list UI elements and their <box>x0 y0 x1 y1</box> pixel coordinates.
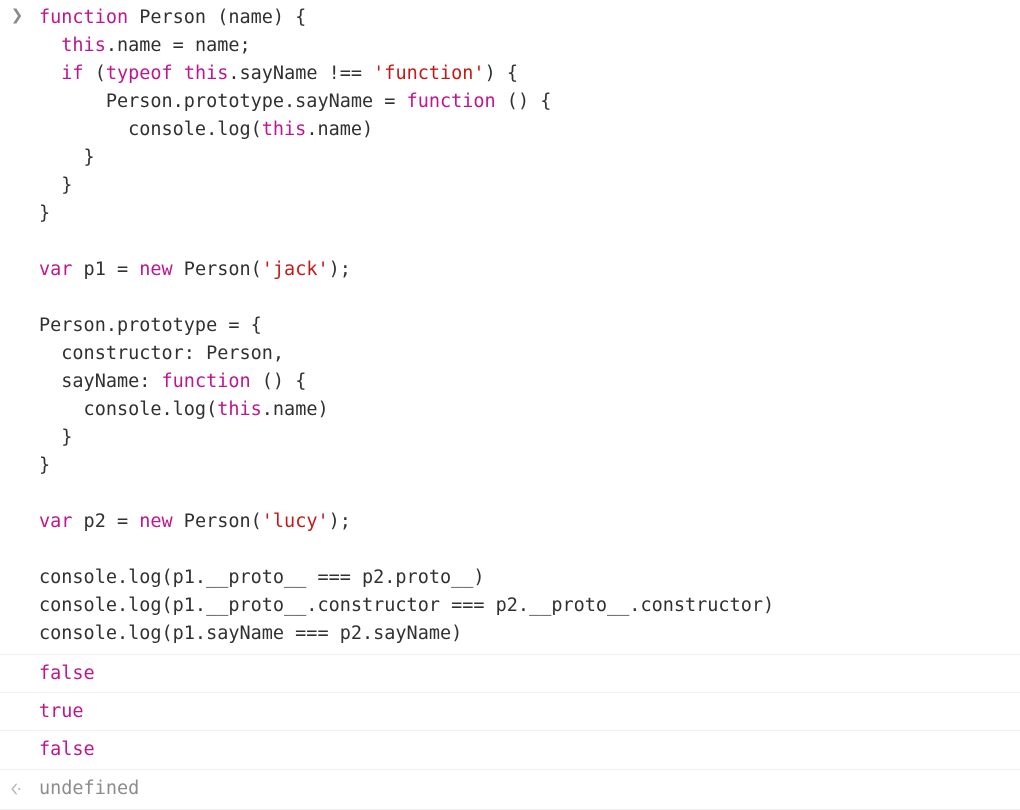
code-token-pln: } <box>39 175 73 196</box>
code-token-pln: Person( <box>172 511 262 532</box>
code-token-pln: console.log(p1.__proto__.constructor ===… <box>39 595 775 616</box>
code-token-kw: new <box>139 511 173 532</box>
console-result-value: false <box>39 739 95 761</box>
code-token-pln: constructor: Person, <box>39 343 285 364</box>
code-token-kw: this <box>217 399 262 420</box>
code-line: } <box>39 203 50 224</box>
code-line: console.log(p1.__proto__ === p2.proto__) <box>39 567 485 588</box>
console-input-code[interactable]: function Person (name) { this.name = nam… <box>0 0 1020 654</box>
code-line: console.log(p1.__proto__.constructor ===… <box>39 595 774 616</box>
code-token-pln: Person (name) { <box>128 7 307 28</box>
code-token-pln <box>39 63 61 84</box>
code-token-pln: .name) <box>306 119 374 140</box>
code-token-pln: console.log(p1.sayName === p2.sayName) <box>39 623 463 644</box>
code-line: console.log(p1.sayName === p2.sayName) <box>39 623 462 644</box>
code-line: var p2 = new Person('lucy'); <box>39 511 351 532</box>
console-log-row[interactable]: false <box>0 654 1020 693</box>
code-token-pln: ( <box>83 63 106 84</box>
code-line: sayName: function () { <box>39 371 306 392</box>
code-token-kw: function <box>406 91 496 112</box>
code-token-pln: Person( <box>172 259 262 280</box>
code-token-kw: if <box>61 63 84 84</box>
code-token-pln: } <box>39 147 95 168</box>
code-token-pln: p2 = <box>72 511 140 532</box>
return-arrow-icon <box>8 770 28 808</box>
code-token-str: 'function' <box>373 63 485 84</box>
devtools-console-panel: ❯ function Person (name) { this.name = n… <box>0 0 1020 810</box>
code-token-pln: } <box>39 427 73 448</box>
code-token-kw: var <box>39 259 73 280</box>
code-token-kw: this <box>183 63 229 84</box>
console-result-value: undefined <box>39 777 140 799</box>
code-line: } <box>39 455 50 476</box>
code-token-pln: ); <box>328 259 351 280</box>
code-token-pln: console.log( <box>39 399 218 420</box>
code-token-pln <box>39 35 61 56</box>
code-token-kw: var <box>39 511 73 532</box>
code-token-pln: sayName: <box>39 371 162 392</box>
code-line: var p1 = new Person('jack'); <box>39 259 351 280</box>
code-token-pln: ) { <box>484 63 518 84</box>
code-token-pln: } <box>39 455 51 476</box>
code-token-pln: p1 = <box>72 259 140 280</box>
code-line: } <box>39 147 95 168</box>
console-log-row[interactable]: false <box>0 730 1020 769</box>
code-token-kw: function <box>161 371 251 392</box>
code-line: Person.prototype = { <box>39 315 262 336</box>
console-result-value: true <box>39 701 84 723</box>
code-token-pln: ); <box>328 511 351 532</box>
code-token-pln: .name = name; <box>105 35 251 56</box>
code-token-pln: } <box>39 203 51 224</box>
code-line: this.name = name; <box>39 35 251 56</box>
code-token-str: 'lucy' <box>261 511 329 532</box>
code-line: console.log(this.name) <box>39 119 373 140</box>
console-result-value: false <box>39 663 95 684</box>
code-token-pln <box>173 63 184 84</box>
code-token-kw: this <box>261 119 307 140</box>
code-token-str: 'jack' <box>261 259 329 280</box>
code-token-kw: new <box>139 259 173 280</box>
code-token-pln: console.log( <box>39 119 262 140</box>
code-token-pln: Person.prototype = { <box>39 315 262 336</box>
code-token-pln: () { <box>250 371 307 392</box>
console-results-list: false true false undefined <box>0 654 1020 807</box>
code-token-pln: .sayName !== <box>228 63 374 84</box>
code-token-pln: Person.prototype.sayName = <box>39 91 407 112</box>
code-token-kw: function <box>39 7 129 28</box>
code-line: constructor: Person, <box>39 343 284 364</box>
console-return-row[interactable]: undefined <box>0 768 1020 808</box>
code-line: if (typeof this.sayName !== 'function') … <box>39 63 518 84</box>
code-line: Person.prototype.sayName = function () { <box>39 91 552 112</box>
chevron-right-icon: ❯ <box>10 6 24 24</box>
code-line: function Person (name) { <box>39 7 306 28</box>
code-token-pln: .name) <box>261 399 329 420</box>
code-token-kw: this <box>61 35 106 56</box>
code-token-pln: () { <box>495 91 552 112</box>
code-line: } <box>39 427 72 448</box>
code-line: } <box>39 175 72 196</box>
code-token-kw: typeof <box>105 63 173 84</box>
console-log-row[interactable]: true <box>0 692 1020 731</box>
code-line: console.log(this.name) <box>39 399 329 420</box>
console-input-entry[interactable]: ❯ function Person (name) { this.name = n… <box>0 0 1020 654</box>
code-token-pln: console.log(p1.__proto__ === p2.proto__) <box>39 567 485 588</box>
